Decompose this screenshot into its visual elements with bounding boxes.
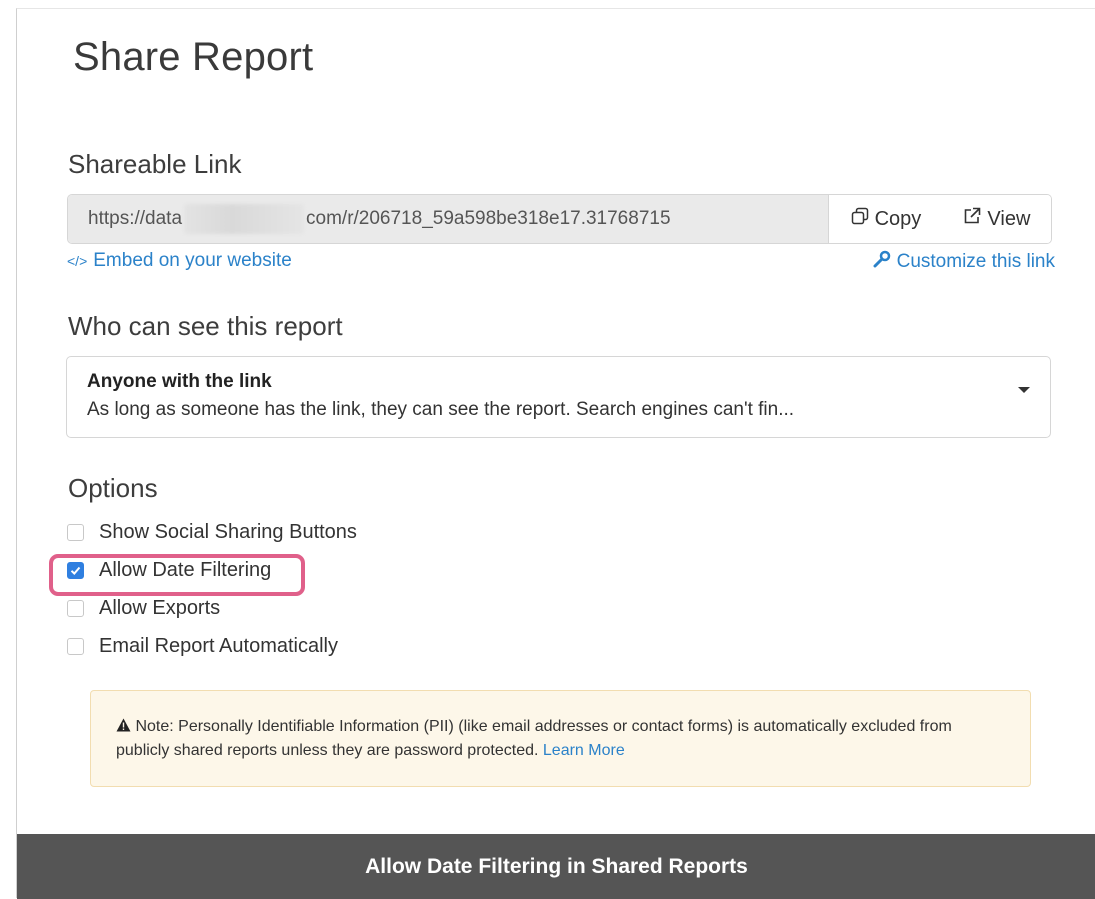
caption-bar: Allow Date Filtering in Shared Reports [17, 834, 1095, 899]
copy-button[interactable]: Copy [850, 206, 922, 232]
note-text: Note: Personally Identifiable Informatio… [116, 718, 952, 759]
option-label: Allow Date Filtering [99, 559, 272, 581]
code-icon: </> [67, 253, 88, 269]
customize-link[interactable]: Customize this link [873, 250, 1055, 274]
option-allow-exports[interactable]: Allow Exports [67, 597, 220, 620]
embed-link[interactable]: </> Embed on your website [67, 250, 292, 272]
option-social-sharing[interactable]: Show Social Sharing Buttons [67, 521, 357, 544]
share-report-panel: Share Report Shareable Link https://data… [16, 8, 1095, 899]
checkbox[interactable] [67, 638, 84, 655]
share-url-field[interactable]: https://data com/r/206718_59a598be318e17… [68, 195, 828, 243]
checkbox-checked[interactable] [67, 562, 84, 579]
wrench-icon [873, 250, 891, 274]
visibility-heading: Who can see this report [68, 311, 343, 341]
shareable-link-heading: Shareable Link [68, 149, 242, 179]
customize-label: Customize this link [896, 251, 1055, 272]
option-email-report[interactable]: Email Report Automatically [67, 635, 338, 658]
options-heading: Options [68, 473, 158, 503]
share-url-suffix: com/r/206718_59a598be318e17.31768715 [306, 208, 671, 229]
view-label: View [987, 207, 1031, 230]
option-label: Email Report Automatically [99, 635, 338, 657]
option-label: Allow Exports [99, 597, 221, 619]
link-actions: Copy View [828, 195, 1051, 243]
checkbox[interactable] [67, 524, 84, 541]
embed-label: Embed on your website [93, 250, 292, 271]
view-button[interactable]: View [962, 206, 1030, 232]
redacted-url-segment [184, 204, 305, 234]
visibility-selected-desc: As long as someone has the link, they ca… [87, 399, 795, 420]
external-link-icon [962, 206, 982, 232]
copy-icon [850, 206, 870, 232]
checkmark-icon [70, 566, 81, 575]
option-label: Show Social Sharing Buttons [99, 521, 357, 543]
warning-icon [116, 718, 135, 735]
shareable-link-row: https://data com/r/206718_59a598be318e17… [67, 194, 1052, 244]
visibility-selected-title: Anyone with the link [87, 371, 272, 392]
learn-more-link[interactable]: Learn More [543, 742, 625, 759]
pii-note: Note: Personally Identifiable Informatio… [90, 690, 1031, 787]
copy-label: Copy [874, 207, 922, 230]
checkbox[interactable] [67, 600, 84, 617]
share-url-prefix: https://data [88, 208, 183, 229]
chevron-down-icon [1018, 387, 1030, 393]
page-title: Share Report [73, 35, 314, 79]
visibility-select[interactable]: Anyone with the link As long as someone … [66, 356, 1051, 438]
option-date-filtering[interactable]: Allow Date Filtering [67, 559, 271, 582]
